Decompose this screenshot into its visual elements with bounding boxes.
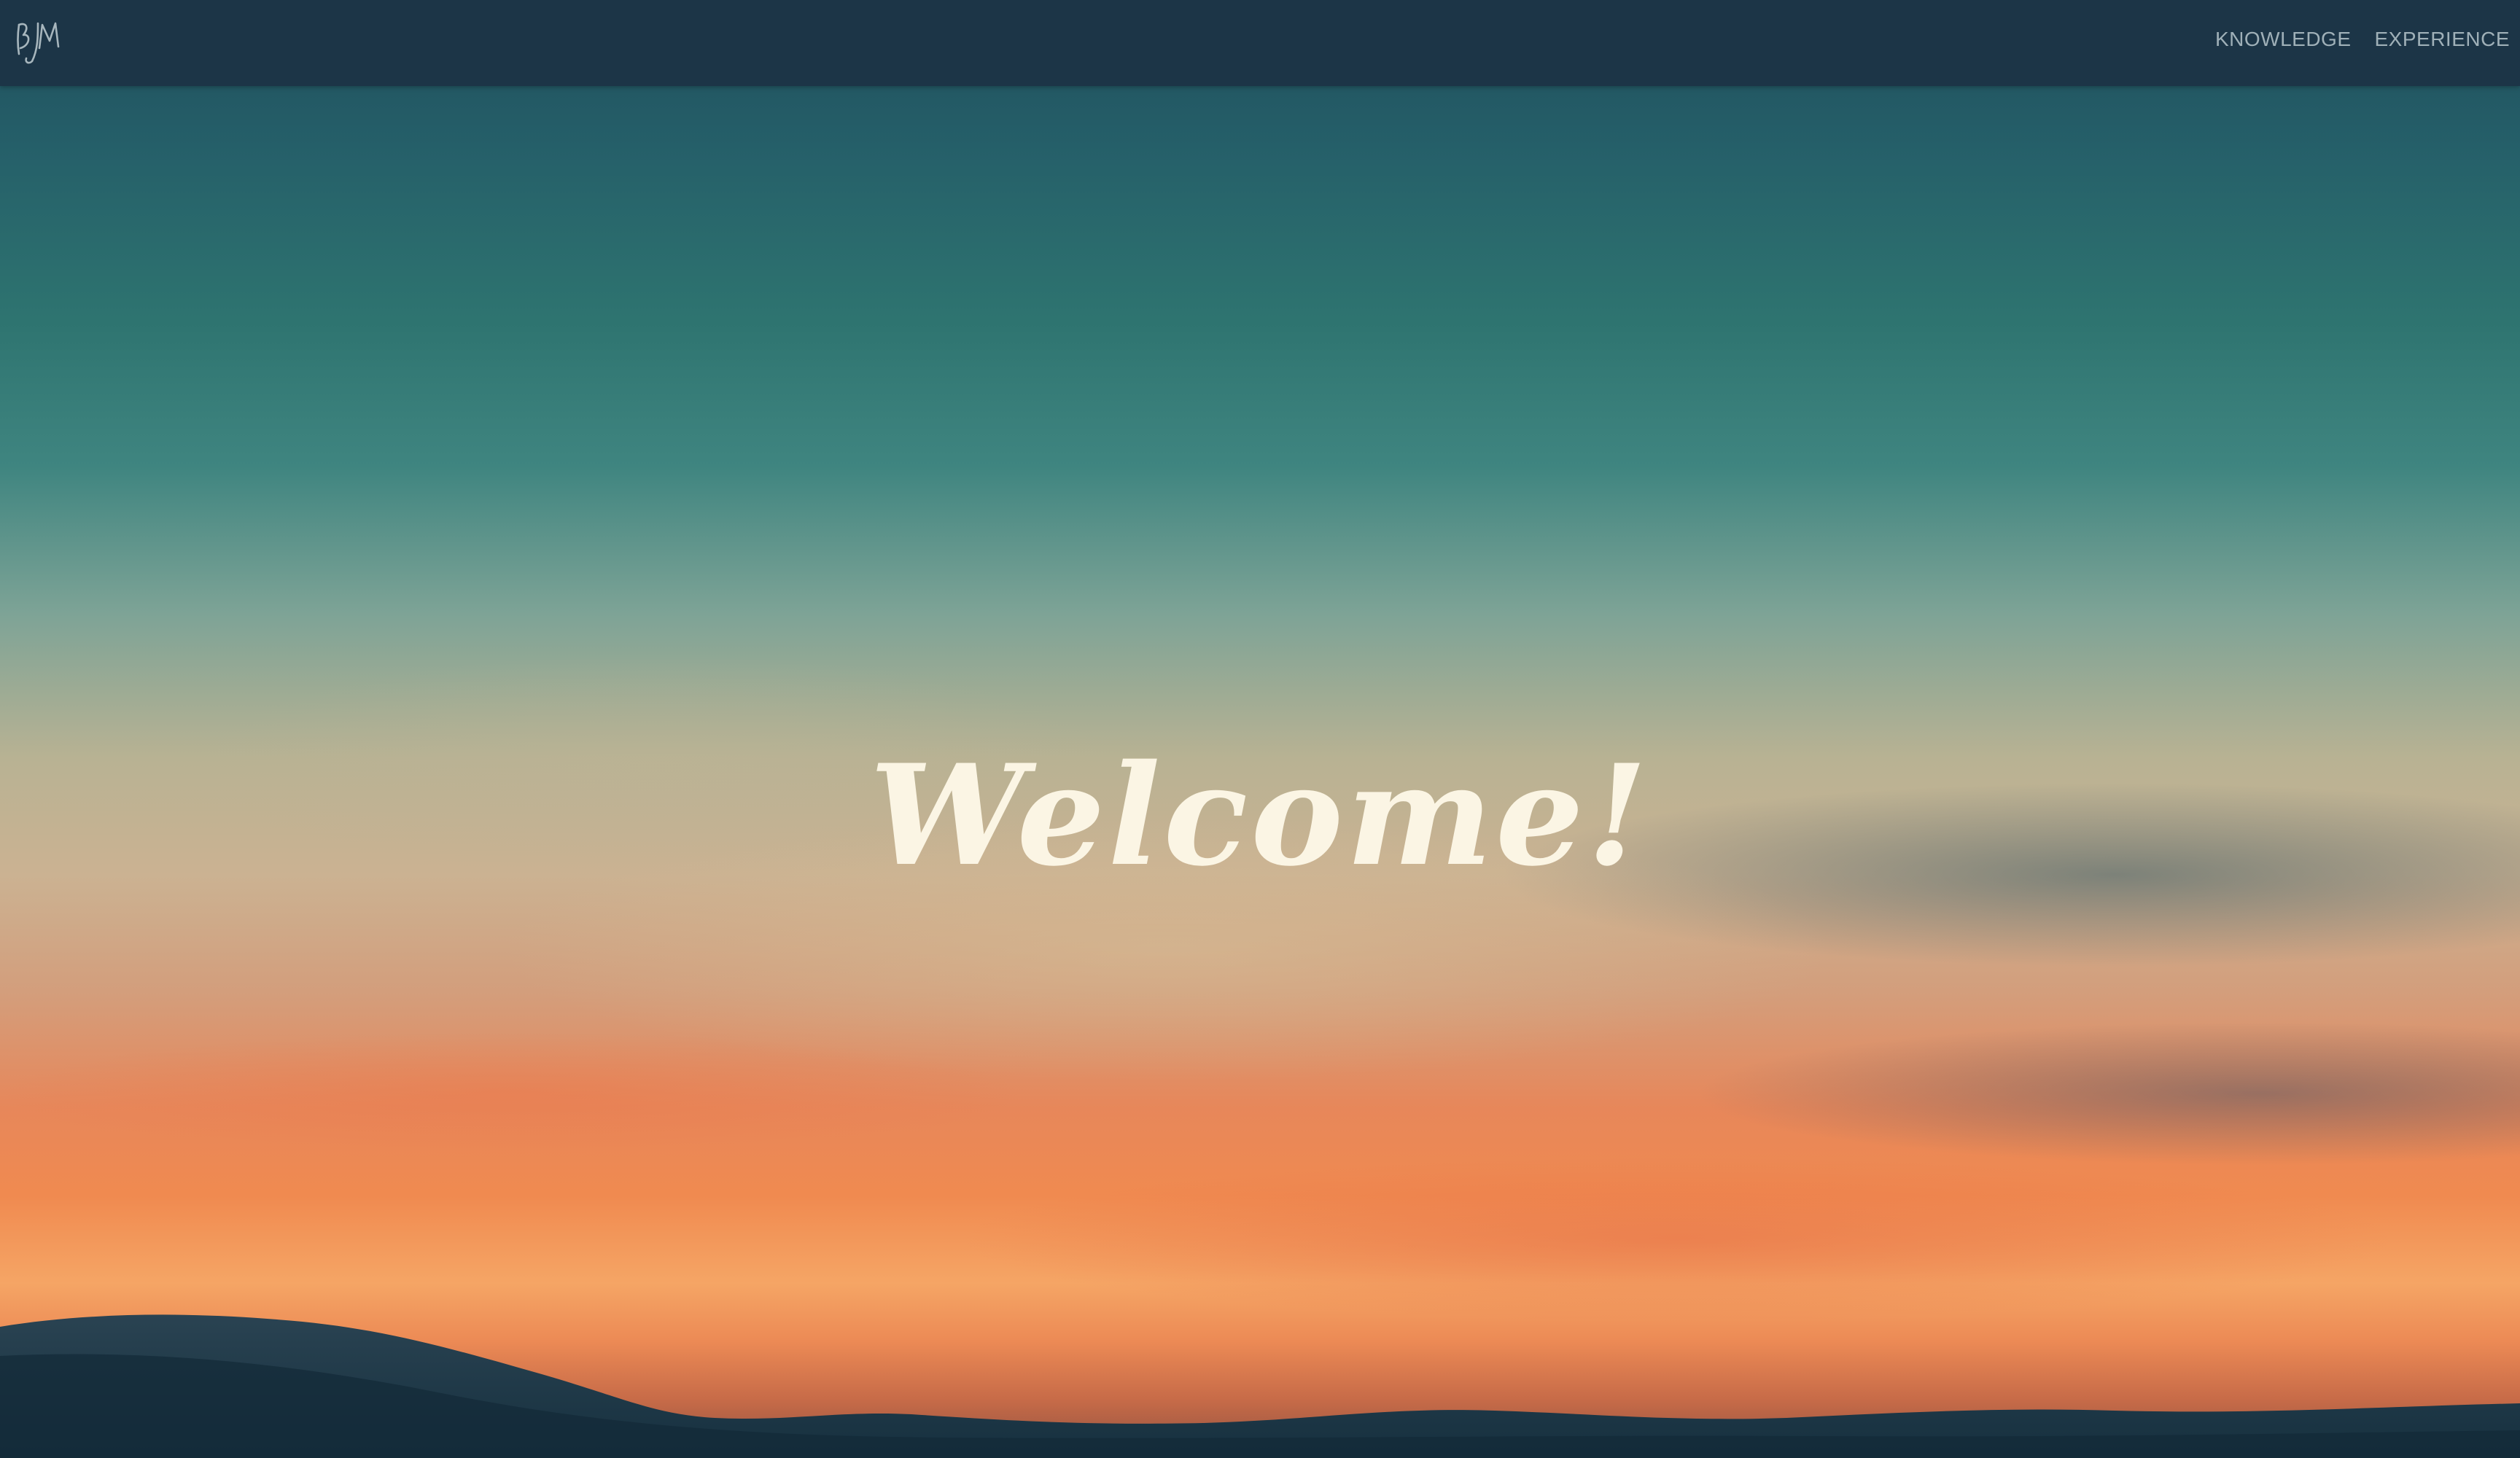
logo-link[interactable] xyxy=(13,16,66,69)
bjm-monogram-logo xyxy=(17,22,60,64)
hills-silhouette xyxy=(0,1314,2520,1458)
hero-background xyxy=(0,0,2520,1458)
main-nav: KNOWLEDGE EXPERIENCE xyxy=(2215,28,2510,51)
nav-link-experience[interactable]: EXPERIENCE xyxy=(2375,28,2511,51)
welcome-heading: Welcome! xyxy=(869,734,1651,897)
page: KNOWLEDGE EXPERIENCE Welcome! xyxy=(0,0,2520,1458)
nav-link-knowledge[interactable]: KNOWLEDGE xyxy=(2215,28,2352,51)
top-navigation-bar: KNOWLEDGE EXPERIENCE xyxy=(0,0,2520,86)
